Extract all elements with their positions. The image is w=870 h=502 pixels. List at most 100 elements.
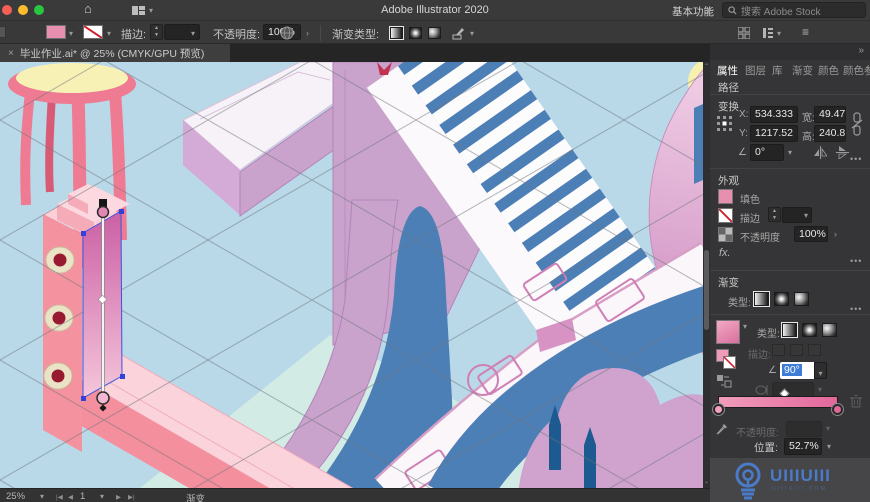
linear-gradient-button[interactable] [782,323,797,337]
tab-libraries[interactable]: 库 [772,63,783,78]
stop-opacity-label: 不透明度: [736,428,779,439]
search-icon [728,5,737,15]
fill-color-swatch[interactable] [46,25,66,39]
stock-search-box[interactable]: 搜索 Adobe Stock [722,2,866,18]
watermark-text: UIIIUIII [770,466,831,485]
status-bar: 25% ▾ |◀ ◀ 1 ▾ ▶ ▶| 渐变 [0,488,710,502]
zoom-level[interactable]: 25% [6,491,25,502]
chevron-down-icon[interactable]: ▾ [470,29,474,38]
x-field[interactable]: 534.333 [750,106,798,123]
maximize-window-button[interactable] [34,5,44,15]
selected-text: 90° [782,364,802,376]
flip-horizontal-icon[interactable] [814,146,827,159]
close-window-button[interactable] [2,5,12,15]
close-tab-icon[interactable]: × [8,48,14,59]
chevron-down-icon: ▾ [707,6,712,15]
gradient-stroke-proxy[interactable] [723,356,736,369]
arrange-documents-icon[interactable] [132,6,145,15]
tab-layers[interactable]: 图层 [745,63,766,78]
opacity-field[interactable]: 100% [794,226,828,242]
chevron-right-icon[interactable]: › [834,229,837,239]
tab-color[interactable]: 颜色 [818,63,839,78]
artboard-number[interactable]: 1 [80,491,85,502]
chevron-down-icon[interactable]: ▾ [107,29,111,38]
scroll-up-icon[interactable]: ⌃ [703,63,710,70]
y-field[interactable]: 1217.52 [750,125,798,142]
control-bar: ▾ ▾ 描边: ▲▼ ▾ 不透明度: 100% › 渐变类型: ▾ ▾ ≡ [0,20,870,44]
stroke-swatch[interactable] [718,208,733,223]
angle-dropdown-button[interactable]: ▾ [814,362,827,379]
document-arrangement-icon[interactable] [762,27,774,39]
stroke-weight-label: 描边: [121,29,147,41]
more-options-icon[interactable]: ••• [850,154,862,164]
chevron-down-icon[interactable]: ▾ [40,492,44,501]
radial-gradient-button[interactable] [802,323,817,337]
gradient-stop-handle[interactable] [96,391,110,405]
reference-point-icon[interactable] [717,116,732,131]
chevron-down-icon[interactable]: ▾ [743,322,747,331]
first-artboard-icon[interactable]: |◀ [56,493,63,501]
height-label: 高: [802,132,815,143]
last-artboard-icon[interactable]: ▶| [128,493,135,501]
chevron-down-icon[interactable]: ▾ [788,148,792,157]
tab-gradient[interactable]: 渐变 [792,63,813,78]
gradient-stop-left[interactable] [713,404,724,415]
menu-icon[interactable]: ≡ [802,25,809,39]
chevron-right-icon[interactable]: › [306,28,309,38]
more-options-icon[interactable]: ••• [850,304,862,314]
vertical-scrollbar[interactable]: ⌃ ⌄ [703,62,710,488]
opacity-swatch[interactable] [718,227,733,242]
chevron-down-icon[interactable]: ▾ [777,29,781,38]
gradient-sphere-icon[interactable] [280,26,294,40]
gradient-angle-field[interactable]: 90° [780,362,814,379]
gradient-preview-swatch[interactable] [716,320,740,344]
collapse-panel-icon[interactable]: » [858,45,864,56]
reverse-gradient-icon[interactable] [716,374,732,388]
delete-stop-icon [850,395,862,408]
eyedropper-icon[interactable] [716,422,729,435]
freeform-gradient-button[interactable] [428,27,441,39]
stroke-weight-stepper[interactable]: ▲ ▼ [768,207,781,222]
canvas[interactable] [0,62,703,488]
tab-properties[interactable]: 属性 [717,63,738,78]
chevron-down-icon[interactable]: ▾ [191,29,195,38]
more-options-icon[interactable]: ••• [850,256,862,266]
gradient-stop-handle[interactable] [96,205,110,219]
freeform-gradient-button[interactable] [822,323,837,337]
linear-gradient-button[interactable] [390,27,403,39]
gradient-slider-bar[interactable] [718,396,838,408]
tab-color-guide[interactable]: 颜色参 [843,63,870,78]
document-tab[interactable]: × 毕业作业.ai* @ 25% (CMYK/GPU 预览) [0,44,230,62]
linear-gradient-button[interactable] [754,292,769,306]
divider [710,270,870,271]
chevron-down-icon[interactable]: ▾ [804,211,808,220]
width-field[interactable]: 49.473 px [814,106,846,123]
link-dimensions-icon[interactable] [850,112,864,138]
chevron-down-icon[interactable]: ▾ [827,442,831,451]
location-field[interactable]: 52.7% [784,438,822,455]
stop-opacity-field [786,421,822,437]
home-icon[interactable]: ⌂ [84,1,92,16]
gradient-stop-right[interactable] [832,404,843,415]
rotate-field[interactable]: 0° [750,144,784,161]
edit-gradient-icon[interactable] [452,26,466,40]
radial-gradient-button[interactable] [774,292,789,306]
flip-vertical-icon[interactable] [836,146,849,159]
freeform-gradient-button[interactable] [794,292,809,306]
scroll-down-icon[interactable]: ⌄ [703,478,710,485]
next-artboard-icon[interactable]: ▶ [116,493,121,501]
search-placeholder: 搜索 Adobe Stock [741,6,821,18]
scrollbar-thumb[interactable] [704,250,709,330]
radial-gradient-button[interactable] [409,27,422,39]
arrange-icon[interactable] [738,27,750,39]
chevron-down-icon[interactable]: ▾ [100,492,104,501]
stroke-color-swatch[interactable] [83,25,103,39]
fx-button[interactable]: fx. [719,247,731,259]
chevron-down-icon[interactable]: ▾ [69,29,73,38]
gradient-stroke-label: 描边: [748,350,771,361]
minimize-window-button[interactable] [18,5,28,15]
prev-artboard-icon[interactable]: ◀ [68,493,73,501]
height-field[interactable]: 240.89 px [814,125,846,142]
stroke-weight-stepper[interactable]: ▲ ▼ [150,24,163,40]
fill-swatch[interactable] [718,189,733,204]
